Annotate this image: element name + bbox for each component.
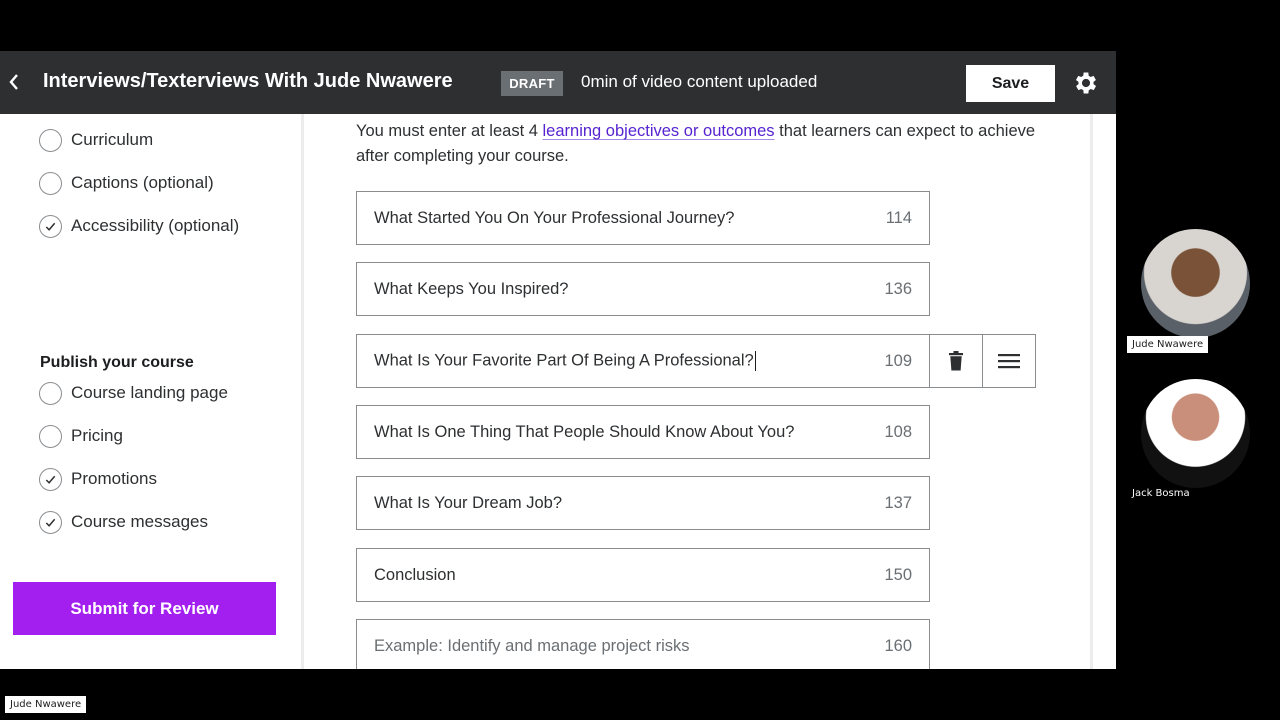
- reorder-objective-handle[interactable]: [982, 334, 1036, 388]
- objective-input[interactable]: What Keeps You Inspired? 136: [356, 262, 930, 316]
- sidebar-item-curriculum[interactable]: Curriculum: [39, 127, 153, 153]
- checkmark-circle-icon: [39, 510, 62, 534]
- objective-placeholder: Example: Identify and manage project ris…: [374, 636, 690, 655]
- sidebar-item-label: Pricing: [71, 426, 123, 445]
- sidebar: Curriculum Captions (optional) Accessibi…: [0, 114, 302, 669]
- participant-avatar: [1141, 229, 1250, 338]
- objective-input[interactable]: What Is Your Dream Job? 137: [356, 476, 930, 530]
- participant-avatar: [1141, 379, 1250, 488]
- self-view-name: Jude Nwawere: [5, 696, 87, 713]
- char-count: 160: [884, 636, 912, 655]
- instructions-text: You must enter at least 4: [356, 122, 543, 140]
- trash-icon: [949, 351, 963, 371]
- top-bar: Interviews/Texterviews With Jude Nwawere…: [0, 51, 1116, 114]
- objective-input-focused[interactable]: What Is Your Favorite Part Of Being A Pr…: [356, 334, 930, 388]
- course-editor-window: Interviews/Texterviews With Jude Nwawere…: [0, 51, 1116, 669]
- status-badge: DRAFT: [501, 71, 563, 96]
- sidebar-item-promotions[interactable]: Promotions: [39, 466, 157, 492]
- sidebar-item-label: Promotions: [71, 469, 157, 488]
- sidebar-item-accessibility[interactable]: Accessibility (optional): [39, 213, 239, 239]
- submit-for-review-button[interactable]: Submit for Review: [13, 582, 276, 635]
- objective-value: What Keeps You Inspired?: [374, 279, 569, 298]
- sidebar-item-captions[interactable]: Captions (optional): [39, 170, 214, 196]
- learning-objectives-link[interactable]: learning objectives or outcomes: [543, 122, 775, 140]
- char-count: 108: [884, 422, 912, 441]
- unchecked-circle-icon: [39, 128, 62, 152]
- sidebar-item-label: Captions (optional): [71, 173, 214, 192]
- gear-icon: [1075, 72, 1097, 94]
- settings-button[interactable]: [1072, 69, 1100, 97]
- char-count: 150: [884, 565, 912, 584]
- unchecked-circle-icon: [39, 381, 62, 405]
- drag-handle-icon: [998, 354, 1020, 369]
- objective-value: Conclusion: [374, 565, 456, 584]
- new-objective-input[interactable]: Example: Identify and manage project ris…: [356, 619, 930, 669]
- unchecked-circle-icon: [39, 424, 62, 448]
- text-cursor: [754, 351, 756, 371]
- back-button[interactable]: [4, 69, 24, 95]
- checkmark-circle-icon: [39, 467, 62, 491]
- main-content: You must enter at least 4 learning objec…: [304, 114, 1090, 669]
- objective-input[interactable]: What Is One Thing That People Should Kno…: [356, 405, 930, 459]
- char-count: 136: [884, 279, 912, 298]
- char-count: 137: [884, 493, 912, 512]
- char-count: 109: [884, 351, 912, 370]
- unchecked-circle-icon: [39, 171, 62, 195]
- sidebar-item-label: Course messages: [71, 512, 209, 531]
- sidebar-item-course-landing-page[interactable]: Course landing page: [39, 380, 228, 406]
- objective-value: What Is One Thing That People Should Kno…: [374, 422, 795, 441]
- sidebar-item-pricing[interactable]: Pricing: [39, 423, 123, 449]
- objectives-instructions: You must enter at least 4 learning objec…: [356, 119, 1056, 169]
- save-button[interactable]: Save: [966, 65, 1055, 102]
- participant-name: Jack Bosma: [1132, 488, 1190, 499]
- objective-input[interactable]: What Started You On Your Professional Jo…: [356, 191, 930, 245]
- objective-text: What Is Your Favorite Part Of Being A Pr…: [374, 351, 754, 370]
- content-divider: [1090, 114, 1093, 669]
- sidebar-item-label: Accessibility (optional): [71, 216, 240, 235]
- chevron-left-icon: [9, 74, 18, 90]
- participant-name: Jude Nwawere: [1127, 336, 1209, 353]
- sidebar-item-course-messages[interactable]: Course messages: [39, 509, 208, 535]
- upload-status: 0min of video content uploaded: [581, 72, 818, 91]
- objective-input[interactable]: Conclusion 150: [356, 548, 930, 602]
- sidebar-item-label: Curriculum: [71, 130, 154, 149]
- sidebar-item-label: Course landing page: [71, 383, 228, 402]
- publish-section-heading: Publish your course: [40, 354, 194, 371]
- delete-objective-button[interactable]: [929, 334, 983, 388]
- objective-value: What Is Your Favorite Part Of Being A Pr…: [357, 351, 869, 371]
- objective-value: What Is Your Dream Job?: [374, 493, 563, 512]
- objective-value: What Started You On Your Professional Jo…: [374, 208, 735, 227]
- course-title: Interviews/Texterviews With Jude Nwawere: [43, 70, 453, 92]
- char-count: 114: [885, 208, 912, 227]
- checkmark-circle-icon: [39, 214, 62, 238]
